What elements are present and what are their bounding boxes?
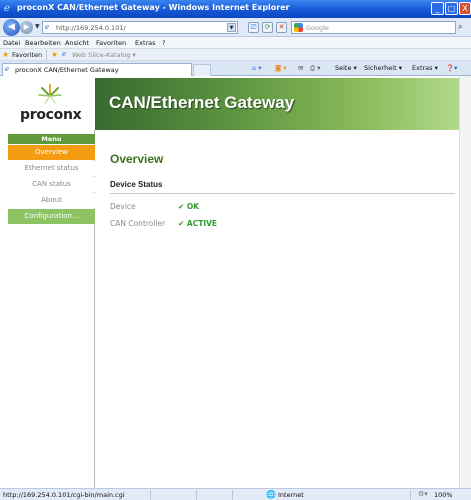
webslice-gallery-link[interactable]: Web Slice-Katalog ▾ [72, 51, 136, 59]
search-placeholder: Google [306, 24, 329, 32]
favorites-button[interactable]: Favoriten [12, 51, 42, 59]
status-bar: http://169.254.0.101/cgi-bin/main.cgi 🌐 … [0, 488, 471, 500]
window-title: proconX CAN/Ethernet Gateway - Windows I… [17, 3, 290, 12]
header-title: CAN/Ethernet Gateway [109, 93, 295, 112]
tools-menu[interactable]: Extras ▾ [412, 64, 438, 72]
section-divider [110, 193, 455, 194]
close-button[interactable]: X [459, 2, 471, 15]
menu-ansicht[interactable]: Ansicht [65, 39, 89, 47]
status-divider [410, 490, 411, 500]
status-url: http://169.254.0.101/cgi-bin/main.cgi [3, 491, 125, 499]
webslice-icon: ℯ [62, 50, 67, 58]
page-header: CAN/Ethernet Gateway [95, 78, 459, 130]
minimize-button[interactable]: _ [431, 2, 444, 15]
favorites-bar: ★ Favoriten ★ ℯ Web Slice-Katalog ▾ [0, 49, 471, 61]
menu-bearbeiten[interactable]: Bearbeiten [25, 39, 61, 47]
tab-row: ℯ proconX CAN/Ethernet Gateway ⌂ ▾ ◙ ▾ ✉… [0, 61, 471, 76]
home-icon[interactable]: ⌂ ▾ [252, 64, 261, 72]
window-title-bar: ℯ proconX CAN/Ethernet Gateway - Windows… [0, 0, 471, 18]
google-icon [294, 23, 303, 32]
favorites-separator [46, 50, 47, 60]
sidebar-menu-heading: Menu [8, 134, 95, 144]
search-input[interactable]: Google [291, 21, 456, 34]
menu-bar: Datei Bearbeiten Ansicht Favoriten Extra… [0, 37, 471, 49]
menu-help[interactable]: ? [162, 39, 165, 47]
device-label: Device [110, 202, 136, 211]
can-controller-status-value: ✔ ACTIVE [178, 219, 218, 228]
address-dropdown-icon[interactable]: ▼ [227, 23, 236, 32]
section-title: Device Status [110, 180, 163, 189]
stop-icon[interactable]: ✕ [276, 22, 287, 33]
vertical-scrollbar[interactable] [459, 76, 471, 488]
sidebar-item-can-status[interactable]: CAN status [8, 177, 95, 192]
forward-button[interactable]: ▶ [20, 21, 33, 34]
maximize-button[interactable]: □ [445, 2, 458, 15]
page-icon: ℯ [45, 23, 50, 31]
zoom-level[interactable]: 100% [434, 491, 453, 499]
address-url: http://169.254.0.101/ [56, 24, 126, 32]
sidebar: Menu Overview Ethernet status CAN status… [8, 130, 95, 488]
new-tab-button[interactable] [193, 64, 211, 76]
help-icon[interactable]: ❓▾ [446, 64, 457, 72]
status-divider [196, 490, 197, 500]
sidebar-item-configuration[interactable]: Configuration... [8, 209, 95, 224]
add-favorite-icon[interactable]: ★ [51, 50, 58, 59]
sidebar-item-overview[interactable]: Overview [8, 145, 95, 160]
security-zone: Internet [278, 491, 304, 499]
sidebar-item-ethernet-status[interactable]: Ethernet status [8, 161, 95, 176]
address-input[interactable]: ℯ http://169.254.0.101/ ▼ [42, 21, 238, 34]
tab-label: proconX CAN/Ethernet Gateway [15, 66, 119, 74]
ie-icon: ℯ [4, 3, 10, 14]
can-controller-label: CAN Controller [110, 219, 166, 228]
tab-page-icon: ℯ [5, 65, 10, 73]
address-toolbar: ◀ ▶ ▼ ℯ http://169.254.0.101/ ▼ ⎚ ⟳ ✕ Go… [0, 18, 471, 37]
logo-burst-icon [38, 84, 62, 104]
history-dropdown-icon[interactable]: ▼ [35, 23, 40, 30]
page-menu[interactable]: Seite ▾ [335, 64, 357, 72]
sidebar-item-about[interactable]: About [8, 193, 95, 208]
status-divider [232, 490, 233, 500]
status-divider [150, 490, 151, 500]
safety-menu[interactable]: Sicherheit ▾ [364, 64, 402, 72]
search-icon[interactable]: ⌕ [458, 22, 471, 34]
page-title: Overview [110, 152, 164, 166]
proconx-logo: proconx [8, 78, 95, 130]
menu-favoriten[interactable]: Favoriten [96, 39, 126, 47]
favorites-star-icon[interactable]: ★ [2, 50, 9, 59]
menu-extras[interactable]: Extras [135, 39, 156, 47]
protected-mode-icon[interactable]: ⚙▾ [418, 490, 428, 498]
device-status-value: ✔ OK [178, 202, 200, 211]
compatibility-view-icon[interactable]: ⎚ [248, 22, 259, 33]
menu-datei[interactable]: Datei [3, 39, 20, 47]
mail-icon[interactable]: ✉ [298, 64, 303, 72]
refresh-icon[interactable]: ⟳ [262, 22, 273, 33]
feeds-icon[interactable]: ◙ ▾ [275, 64, 287, 72]
print-icon[interactable]: ⎙ ▾ [310, 64, 321, 73]
internet-zone-icon: 🌐 [266, 490, 276, 499]
logo-text: proconx [20, 107, 82, 123]
back-button[interactable]: ◀ [3, 19, 20, 36]
tab-proconx[interactable]: ℯ proconX CAN/Ethernet Gateway [2, 63, 192, 76]
